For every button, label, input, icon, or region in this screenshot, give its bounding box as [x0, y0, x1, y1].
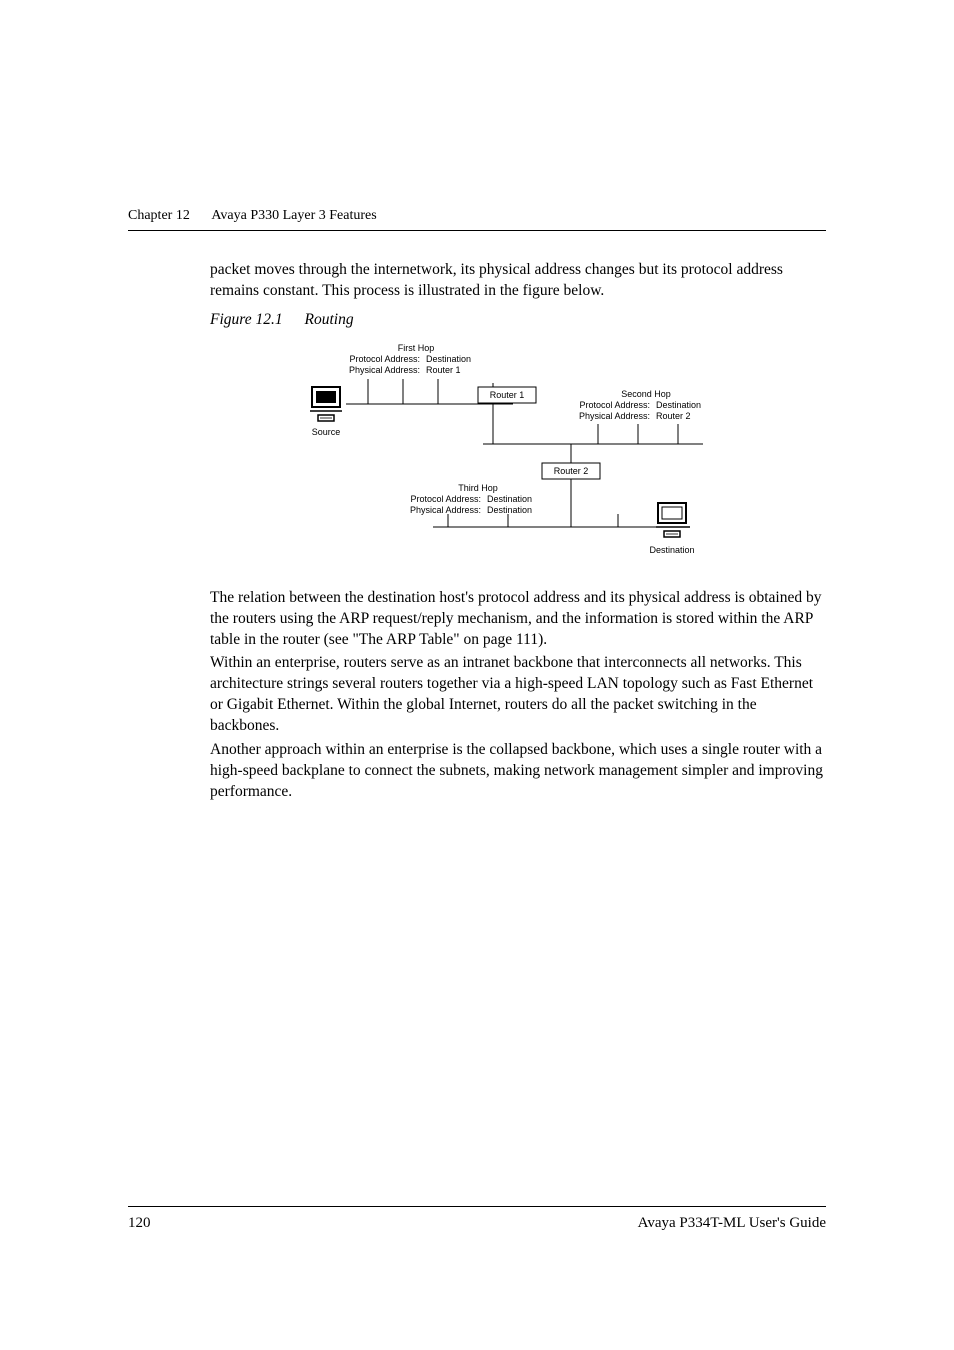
- first-hop-title: First Hop: [398, 343, 435, 353]
- intro-paragraph: packet moves through the internetwork, i…: [210, 260, 826, 302]
- body-paragraph-backbone: Within an enterprise, routers serve as a…: [210, 653, 826, 737]
- figure-caption: Figure 12.1 Routing: [210, 310, 826, 331]
- page-footer: 120 Avaya P334T-ML User's Guide: [128, 1206, 826, 1232]
- third-hop-pa-label: Protocol Address:: [410, 494, 481, 504]
- second-hop-ph-label: Physical Address:: [579, 411, 650, 421]
- page-header: Chapter 12 Avaya P330 Layer 3 Features: [128, 208, 826, 231]
- router-1-label: Router 1: [490, 390, 525, 400]
- body-paragraph-arp: The relation between the destination hos…: [210, 588, 826, 651]
- second-hop-pa-val: Destination: [656, 400, 701, 410]
- third-hop-title: Third Hop: [458, 483, 498, 493]
- routing-figure: First Hop Protocol Address: Destination …: [210, 339, 826, 576]
- second-hop-pa-label: Protocol Address:: [579, 400, 650, 410]
- source-label: Source: [312, 427, 341, 437]
- first-hop-ph-val: Router 1: [426, 365, 461, 375]
- third-hop-ph-val: Destination: [487, 505, 532, 515]
- figure-label: Figure 12.1: [210, 311, 283, 328]
- guide-title: Avaya P334T-ML User's Guide: [638, 1215, 826, 1232]
- third-hop-pa-val: Destination: [487, 494, 532, 504]
- second-hop-ph-val: Router 2: [656, 411, 691, 421]
- first-hop-ph-label: Physical Address:: [349, 365, 420, 375]
- chapter-number: Chapter 12: [128, 208, 190, 223]
- page-number: 120: [128, 1215, 151, 1232]
- body-paragraph-collapsed: Another approach within an enterprise is…: [210, 740, 826, 803]
- page-content: packet moves through the internetwork, i…: [210, 260, 826, 803]
- first-hop-pa-val: Destination: [426, 354, 471, 364]
- routing-diagram-svg: First Hop Protocol Address: Destination …: [288, 339, 748, 569]
- router-2-icon: Router 2: [542, 444, 600, 483]
- footer-rule: [128, 1206, 826, 1207]
- figure-title: Routing: [305, 311, 354, 328]
- third-hop-ph-label: Physical Address:: [410, 505, 481, 515]
- chapter-title: Avaya P330 Layer 3 Features: [211, 208, 376, 223]
- destination-label: Destination: [649, 545, 694, 555]
- first-hop-pa-label: Protocol Address:: [349, 354, 420, 364]
- router-2-label: Router 2: [554, 466, 589, 476]
- source-computer-icon: [310, 387, 342, 421]
- destination-computer-icon: [656, 503, 690, 537]
- router-1-icon: Router 1: [478, 383, 536, 407]
- second-hop-title: Second Hop: [621, 389, 671, 399]
- header-rule: [128, 230, 826, 231]
